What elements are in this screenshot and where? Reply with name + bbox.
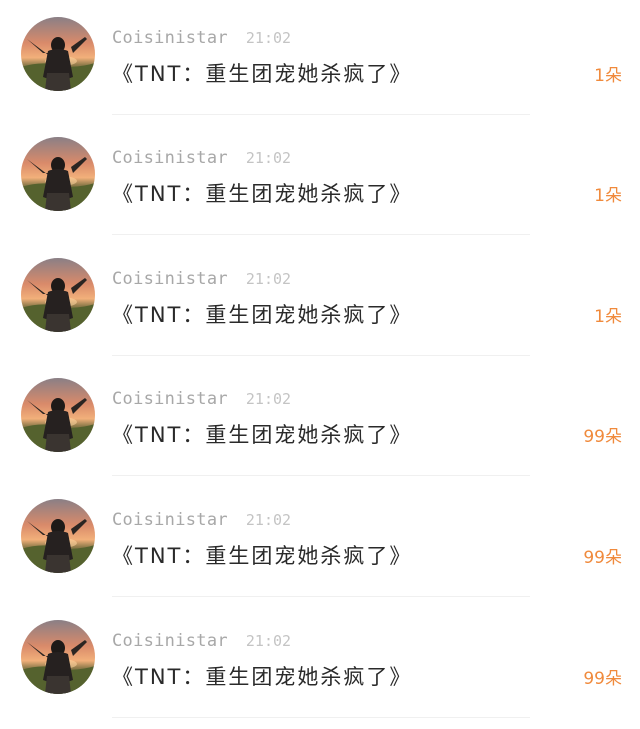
item-title[interactable]: 《TNT：重生团宠她杀疯了》 [112,661,412,691]
username[interactable]: Coisinistar [112,631,228,651]
avatar[interactable] [21,620,95,694]
avatar[interactable] [21,258,95,332]
flower-count: 99朵 [583,427,622,447]
avatar[interactable] [21,378,95,452]
list-item[interactable]: Coisinistar 21:02 《TNT：重生团宠她杀疯了》 99朵 [0,361,640,481]
timestamp: 21:02 [245,270,292,288]
divider [112,475,530,476]
avatar[interactable] [21,17,95,91]
item-title[interactable]: 《TNT：重生团宠她杀疯了》 [112,58,412,88]
divider [112,114,530,115]
username[interactable]: Coisinistar [112,28,228,48]
item-meta: Coisinistar 21:02 [112,510,291,532]
avatar-girl-sunset-icon [21,258,95,332]
item-title[interactable]: 《TNT：重生团宠她杀疯了》 [112,299,412,329]
item-meta: Coisinistar 21:02 [112,148,291,170]
divider [112,717,530,718]
divider [112,234,530,235]
list-item[interactable]: Coisinistar 21:02 《TNT：重生团宠她杀疯了》 1朵 [0,0,640,120]
list-item[interactable]: Coisinistar 21:02 《TNT：重生团宠她杀疯了》 99朵 [0,482,640,602]
timestamp: 21:02 [245,511,292,529]
item-meta: Coisinistar 21:02 [112,269,291,291]
divider [112,355,530,356]
item-title[interactable]: 《TNT：重生团宠她杀疯了》 [112,540,412,570]
timestamp: 21:02 [245,29,292,47]
username[interactable]: Coisinistar [112,269,228,289]
list-item[interactable]: Coisinistar 21:02 《TNT：重生团宠她杀疯了》 1朵 [0,120,640,240]
flower-count: 1朵 [594,307,622,327]
username[interactable]: Coisinistar [112,148,228,168]
flower-count: 99朵 [583,669,622,689]
avatar-girl-sunset-icon [21,620,95,694]
flower-count: 1朵 [594,66,622,86]
avatar-girl-sunset-icon [21,137,95,211]
list-item[interactable]: Coisinistar 21:02 《TNT：重生团宠她杀疯了》 99朵 [0,603,640,723]
divider [112,596,530,597]
timestamp: 21:02 [245,632,292,650]
username[interactable]: Coisinistar [112,389,228,409]
item-title[interactable]: 《TNT：重生团宠她杀疯了》 [112,419,412,449]
flower-count: 1朵 [594,186,622,206]
item-title[interactable]: 《TNT：重生团宠她杀疯了》 [112,178,412,208]
avatar[interactable] [21,499,95,573]
avatar-girl-sunset-icon [21,17,95,91]
avatar[interactable] [21,137,95,211]
list-item[interactable]: Coisinistar 21:02 《TNT：重生团宠她杀疯了》 1朵 [0,241,640,361]
timestamp: 21:02 [245,149,292,167]
timestamp: 21:02 [245,390,292,408]
avatar-girl-sunset-icon [21,378,95,452]
avatar-girl-sunset-icon [21,499,95,573]
gift-record-list: Coisinistar 21:02 《TNT：重生团宠她杀疯了》 1朵 Cois… [0,0,640,729]
flower-count: 99朵 [583,548,622,568]
username[interactable]: Coisinistar [112,510,228,530]
item-meta: Coisinistar 21:02 [112,389,291,411]
item-meta: Coisinistar 21:02 [112,631,291,653]
item-meta: Coisinistar 21:02 [112,28,291,50]
